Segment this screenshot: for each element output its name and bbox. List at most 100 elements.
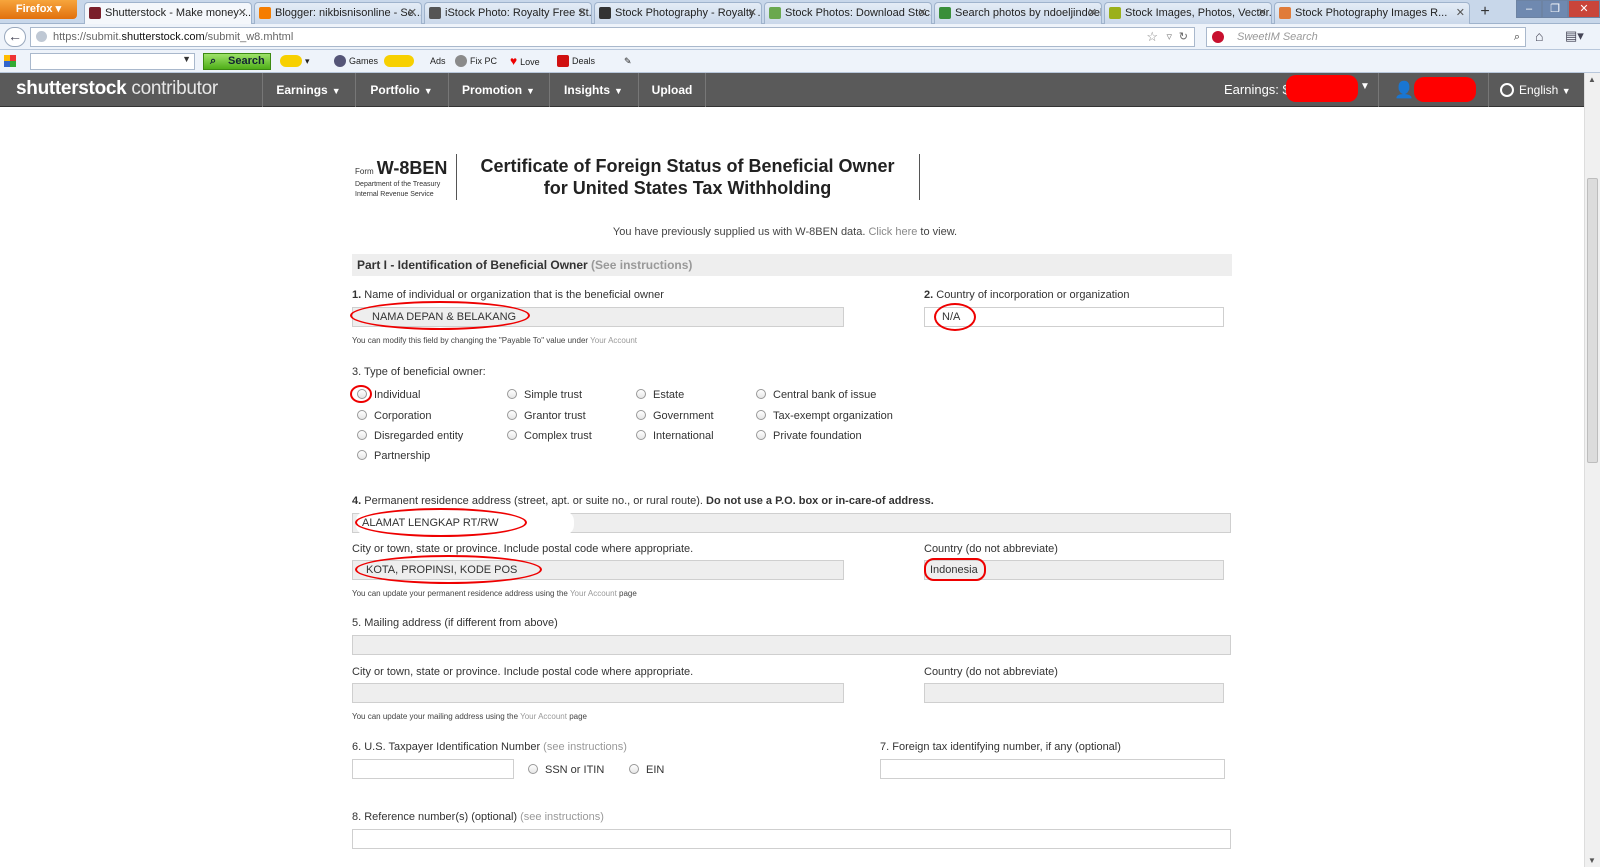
firefox-menu-button[interactable]: Firefox ▾ [0,0,77,19]
radio-button-icon[interactable] [507,430,517,440]
scrollbar-thumb[interactable] [1587,178,1598,463]
chevron-down-icon[interactable]: ▼ [1360,81,1370,92]
radio-button-icon[interactable] [636,410,646,420]
chevron-down-icon[interactable]: ▼ [182,54,191,64]
mailing-country-field[interactable] [924,683,1224,703]
reload-icon[interactable]: ↻ [1179,28,1188,46]
tab-shutterstock[interactable]: Shutterstock - Make money ... ✕ [84,2,252,25]
radio-complex-trust[interactable]: Complex trust [507,430,592,443]
click-here-link[interactable]: Click here [868,226,917,238]
radio-central-bank[interactable]: Central bank of issue [756,389,876,402]
radio-button-icon[interactable] [636,389,646,399]
apps-grid-icon[interactable] [4,55,16,67]
radio-private-foundation[interactable]: Private foundation [756,430,862,443]
close-tab-icon[interactable]: ✕ [1456,3,1465,23]
close-tab-icon[interactable]: ✕ [408,3,417,23]
radio-partnership[interactable]: Partnership [357,450,430,463]
nav-portfolio[interactable]: Portfolio ▼ [355,73,447,107]
tab-search-photos[interactable]: Search photos by ndoeljindoel ✕ [934,2,1102,24]
close-tab-icon[interactable]: ✕ [1258,3,1267,23]
minimize-window-icon[interactable]: – [1516,0,1542,18]
scroll-down-arrow-icon[interactable]: ▼ [1588,856,1596,865]
toolbar-love[interactable]: ♥ Love [510,54,540,69]
your-account-link[interactable]: Your Account [570,589,617,598]
my-icon[interactable] [384,54,417,68]
radio-button-icon[interactable] [357,450,367,460]
radio-estate[interactable]: Estate [636,389,684,402]
close-window-icon[interactable]: ✕ [1568,0,1600,18]
mailing-address-field[interactable] [352,635,1231,655]
home-icon[interactable]: ⌂ [1535,28,1543,44]
radio-government[interactable]: Government [636,410,714,423]
tab-stock-photography[interactable]: Stock Photography - Royalty ... ✕ [594,2,762,24]
radio-label: Grantor trust [524,410,586,422]
scroll-up-arrow-icon[interactable]: ▲ [1588,75,1596,84]
new-tab-icon[interactable]: + [1474,3,1496,23]
tab-stock-photography-images[interactable]: Stock Photography Images R... ✕ [1274,2,1470,24]
maximize-window-icon[interactable]: ❐ [1542,0,1568,18]
nav-earnings[interactable]: Earnings ▼ [262,73,354,107]
radio-button-icon[interactable] [357,410,367,420]
language-selector[interactable]: English ▼ [1500,73,1571,107]
us-tin-field[interactable] [352,759,514,779]
nav-promotion[interactable]: Promotion ▼ [448,73,548,107]
radio-button-icon[interactable] [756,410,766,420]
shutterstock-logo[interactable]: shutterstock contributor [16,78,218,100]
user-icon[interactable]: 👤 [1394,80,1414,99]
radio-button-icon[interactable] [629,764,639,774]
earnings-display[interactable]: Earnings: $ [1224,73,1290,107]
q8-instructions-link[interactable]: (see instructions) [520,811,604,823]
radio-ein[interactable]: EIN [629,764,664,777]
toolbar-deals[interactable]: Deals [557,54,595,68]
radio-button-icon[interactable] [507,389,517,399]
page-scrollbar[interactable]: ▲ ▼ [1584,73,1600,867]
smiley-icon[interactable]: ▾ [280,54,310,68]
radio-ssn-itin[interactable]: SSN or ITIN [528,764,604,777]
radio-button-icon[interactable] [528,764,538,774]
close-tab-icon[interactable]: ✕ [578,3,587,23]
tab-istock[interactable]: iStock Photo: Royalty Free St... ✕ [424,2,592,24]
mailing-city-field[interactable] [352,683,844,703]
search-icon[interactable]: ⌕ [1514,28,1520,46]
addons-menu-icon[interactable]: ▤▾ [1565,28,1584,44]
your-account-link[interactable]: Your Account [590,336,637,345]
bookmark-star-icon[interactable]: ☆ [1146,28,1158,46]
tab-stock-photos-download[interactable]: Stock Photos: Download Stoc... ✕ [764,2,932,24]
radio-international[interactable]: International [636,430,714,443]
tab-stock-images[interactable]: Stock Images, Photos, Vector... ✕ [1104,2,1272,24]
browser-search-box[interactable]: SweetIM Search ⌕ [1206,27,1526,47]
foreign-tax-id-field[interactable] [880,759,1225,779]
radio-label: Tax-exempt organization [773,410,893,422]
radio-button-icon[interactable] [756,389,766,399]
your-account-link[interactable]: Your Account [520,712,567,721]
close-tab-icon[interactable]: ✕ [918,3,927,23]
close-tab-icon[interactable]: ✕ [238,3,247,23]
radio-tax-exempt[interactable]: Tax-exempt organization [756,410,893,423]
radio-button-icon[interactable] [357,430,367,440]
toolbar-games[interactable]: Games [334,54,378,68]
nav-upload[interactable]: Upload [638,73,706,107]
toolbar-ads[interactable]: Ads [430,54,446,68]
pencil-icon[interactable]: ✎ [624,54,632,68]
toolbar-search-input[interactable]: ▼ [30,53,195,70]
url-history-dropdown-icon[interactable]: ▿ [1166,28,1172,46]
radio-button-icon[interactable] [756,430,766,440]
url-bar[interactable]: https://submit.shutterstock.com/submit_w… [30,27,1195,47]
nav-insights[interactable]: Insights ▼ [549,73,637,107]
toolbar-fix-pc[interactable]: Fix PC [455,54,497,68]
toolbar-deals-label: Deals [572,56,596,66]
radio-disregarded-entity[interactable]: Disregarded entity [357,430,463,443]
close-tab-icon[interactable]: ✕ [1088,3,1097,23]
q6-instructions-link[interactable]: (see instructions) [543,741,627,753]
close-tab-icon[interactable]: ✕ [748,3,757,23]
radio-button-icon[interactable] [507,410,517,420]
radio-button-icon[interactable] [636,430,646,440]
toolbar-search-button[interactable]: ⌕ Search [203,53,271,70]
back-arrow-icon[interactable]: ← [4,27,26,47]
radio-simple-trust[interactable]: Simple trust [507,389,582,402]
tab-blogger[interactable]: Blogger: nikbisnisonline - Se... ✕ [254,2,422,24]
radio-corporation[interactable]: Corporation [357,410,431,423]
radio-grantor-trust[interactable]: Grantor trust [507,410,586,423]
part-1-instructions-link[interactable]: (See instructions) [591,258,692,272]
reference-number-field[interactable] [352,829,1231,849]
